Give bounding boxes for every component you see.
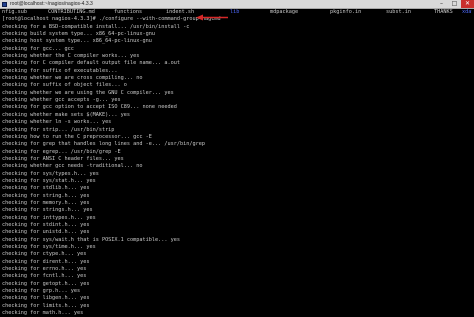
- output-line: checking for grep that handles long line…: [2, 141, 206, 148]
- ls-entry: pkginfo.in: [330, 9, 362, 15]
- ls-entry: xdata: [462, 9, 472, 15]
- maximize-button[interactable]: □: [448, 0, 461, 8]
- output-line: checking for limits.h... yes: [2, 302, 90, 309]
- output-line: checking for sys/stat.h... yes: [2, 177, 96, 184]
- output-line: checking for getopt.h... yes: [2, 280, 90, 287]
- output-line: checking for inttypes.h... yes: [2, 214, 96, 221]
- shell-prompt: [root@localhost nagios-4.3.3]#: [2, 16, 99, 23]
- output-line: checking for a BSD-compatible install...…: [2, 23, 190, 30]
- ls-entry: CONTRIBUTING.md: [48, 9, 95, 15]
- minimize-button[interactable]: –: [435, 0, 448, 8]
- output-line: checking whether the C compiler works...…: [2, 53, 140, 60]
- output-line: checking whether we are using the GNU C …: [2, 89, 174, 96]
- output-line: checking whether gcc needs -traditional.…: [2, 163, 143, 170]
- output-line: checking whether gcc accepts -g... yes: [2, 97, 121, 104]
- output-line: checking for libgen.h... yes: [2, 295, 90, 302]
- output-line: checking for suffix of object files... o: [2, 82, 127, 89]
- output-line: checking for C compiler default output f…: [2, 60, 181, 67]
- output-line: checking for unistd.h... yes: [2, 229, 90, 236]
- output-line: checking for strip... /usr/bin/strip: [2, 126, 115, 133]
- close-button[interactable]: ✕: [461, 0, 474, 8]
- output-line: checking for sys/types.h... yes: [2, 170, 99, 177]
- ls-entry: indent.sh: [166, 9, 195, 15]
- output-line: checking for errno.h... yes: [2, 266, 87, 273]
- output-line: checking for dirent.h... yes: [2, 258, 90, 265]
- configure-output: checking for a BSD-compatible install...…: [2, 24, 472, 317]
- configure-command: ./configure --with-command-group=nagcmd: [98, 16, 221, 23]
- ls-entry: nfig.sub: [2, 9, 27, 15]
- ls-output-row: nfig.sub CONTRIBUTING.md functions indent.s…: [2, 9, 472, 16]
- ls-entry: mdpackage: [270, 9, 299, 15]
- output-line: checking for gcc option to accept ISO C8…: [2, 104, 177, 111]
- output-line: checking for fcntl.h... yes: [2, 273, 87, 280]
- ls-entry: subst.in: [386, 9, 411, 15]
- output-line: checking how to run the C preprocessor..…: [2, 133, 152, 140]
- ls-entry: functions: [114, 9, 143, 15]
- output-line: checking for stdint.h... yes: [2, 221, 90, 228]
- output-line: checking for sys/wait.h that is POSIX.1 …: [2, 236, 181, 243]
- output-line: checking whether ln -s works... yes: [2, 119, 112, 126]
- output-line: checking for suffix of executables...: [2, 67, 118, 74]
- terminal-output[interactable]: nfig.sub CONTRIBUTING.md functions indent.s…: [0, 9, 474, 316]
- output-line: checking for ctype.h... yes: [2, 251, 87, 258]
- output-line: checking for memory.h... yes: [2, 199, 90, 206]
- ls-entry: THANKS: [434, 9, 453, 15]
- output-line: checking whether we are cross compiling.…: [2, 75, 143, 82]
- output-line: checking whether make sets $(MAKE)... ye…: [2, 111, 131, 118]
- output-line: checking for egrep... /usr/bin/grep -E: [2, 148, 121, 155]
- output-line: checking for grp.h... yes: [2, 288, 81, 295]
- output-line: checking for math.h... yes: [2, 310, 84, 317]
- output-line: checking for string.h... yes: [2, 192, 90, 199]
- output-line: checking for ANSI C header files... yes: [2, 155, 124, 162]
- output-line: checking for sys/time.h... yes: [2, 244, 96, 250]
- output-line: checking for stdlib.h... yes: [2, 185, 90, 192]
- terminal-window: root@localhost:~/nagios/nagios-4.3.3 – □…: [0, 0, 474, 316]
- output-line: checking host system type... x86_64-pc-l…: [2, 38, 152, 45]
- terminal-app-icon: [2, 1, 7, 7]
- title-bar[interactable]: root@localhost:~/nagios/nagios-4.3.3 – □…: [0, 0, 474, 9]
- window-controls: – □ ✕: [435, 0, 474, 8]
- output-line: checking build system type... x86_64-pc-…: [2, 31, 156, 38]
- ls-entry: lib: [230, 9, 240, 15]
- output-line: checking for strings.h... yes: [2, 207, 93, 214]
- window-title: root@localhost:~/nagios/nagios-4.3.3: [10, 1, 93, 7]
- output-line: checking for gcc... gcc: [2, 45, 74, 52]
- command-line: [root@localhost nagios-4.3.3]# ./configu…: [2, 16, 472, 23]
